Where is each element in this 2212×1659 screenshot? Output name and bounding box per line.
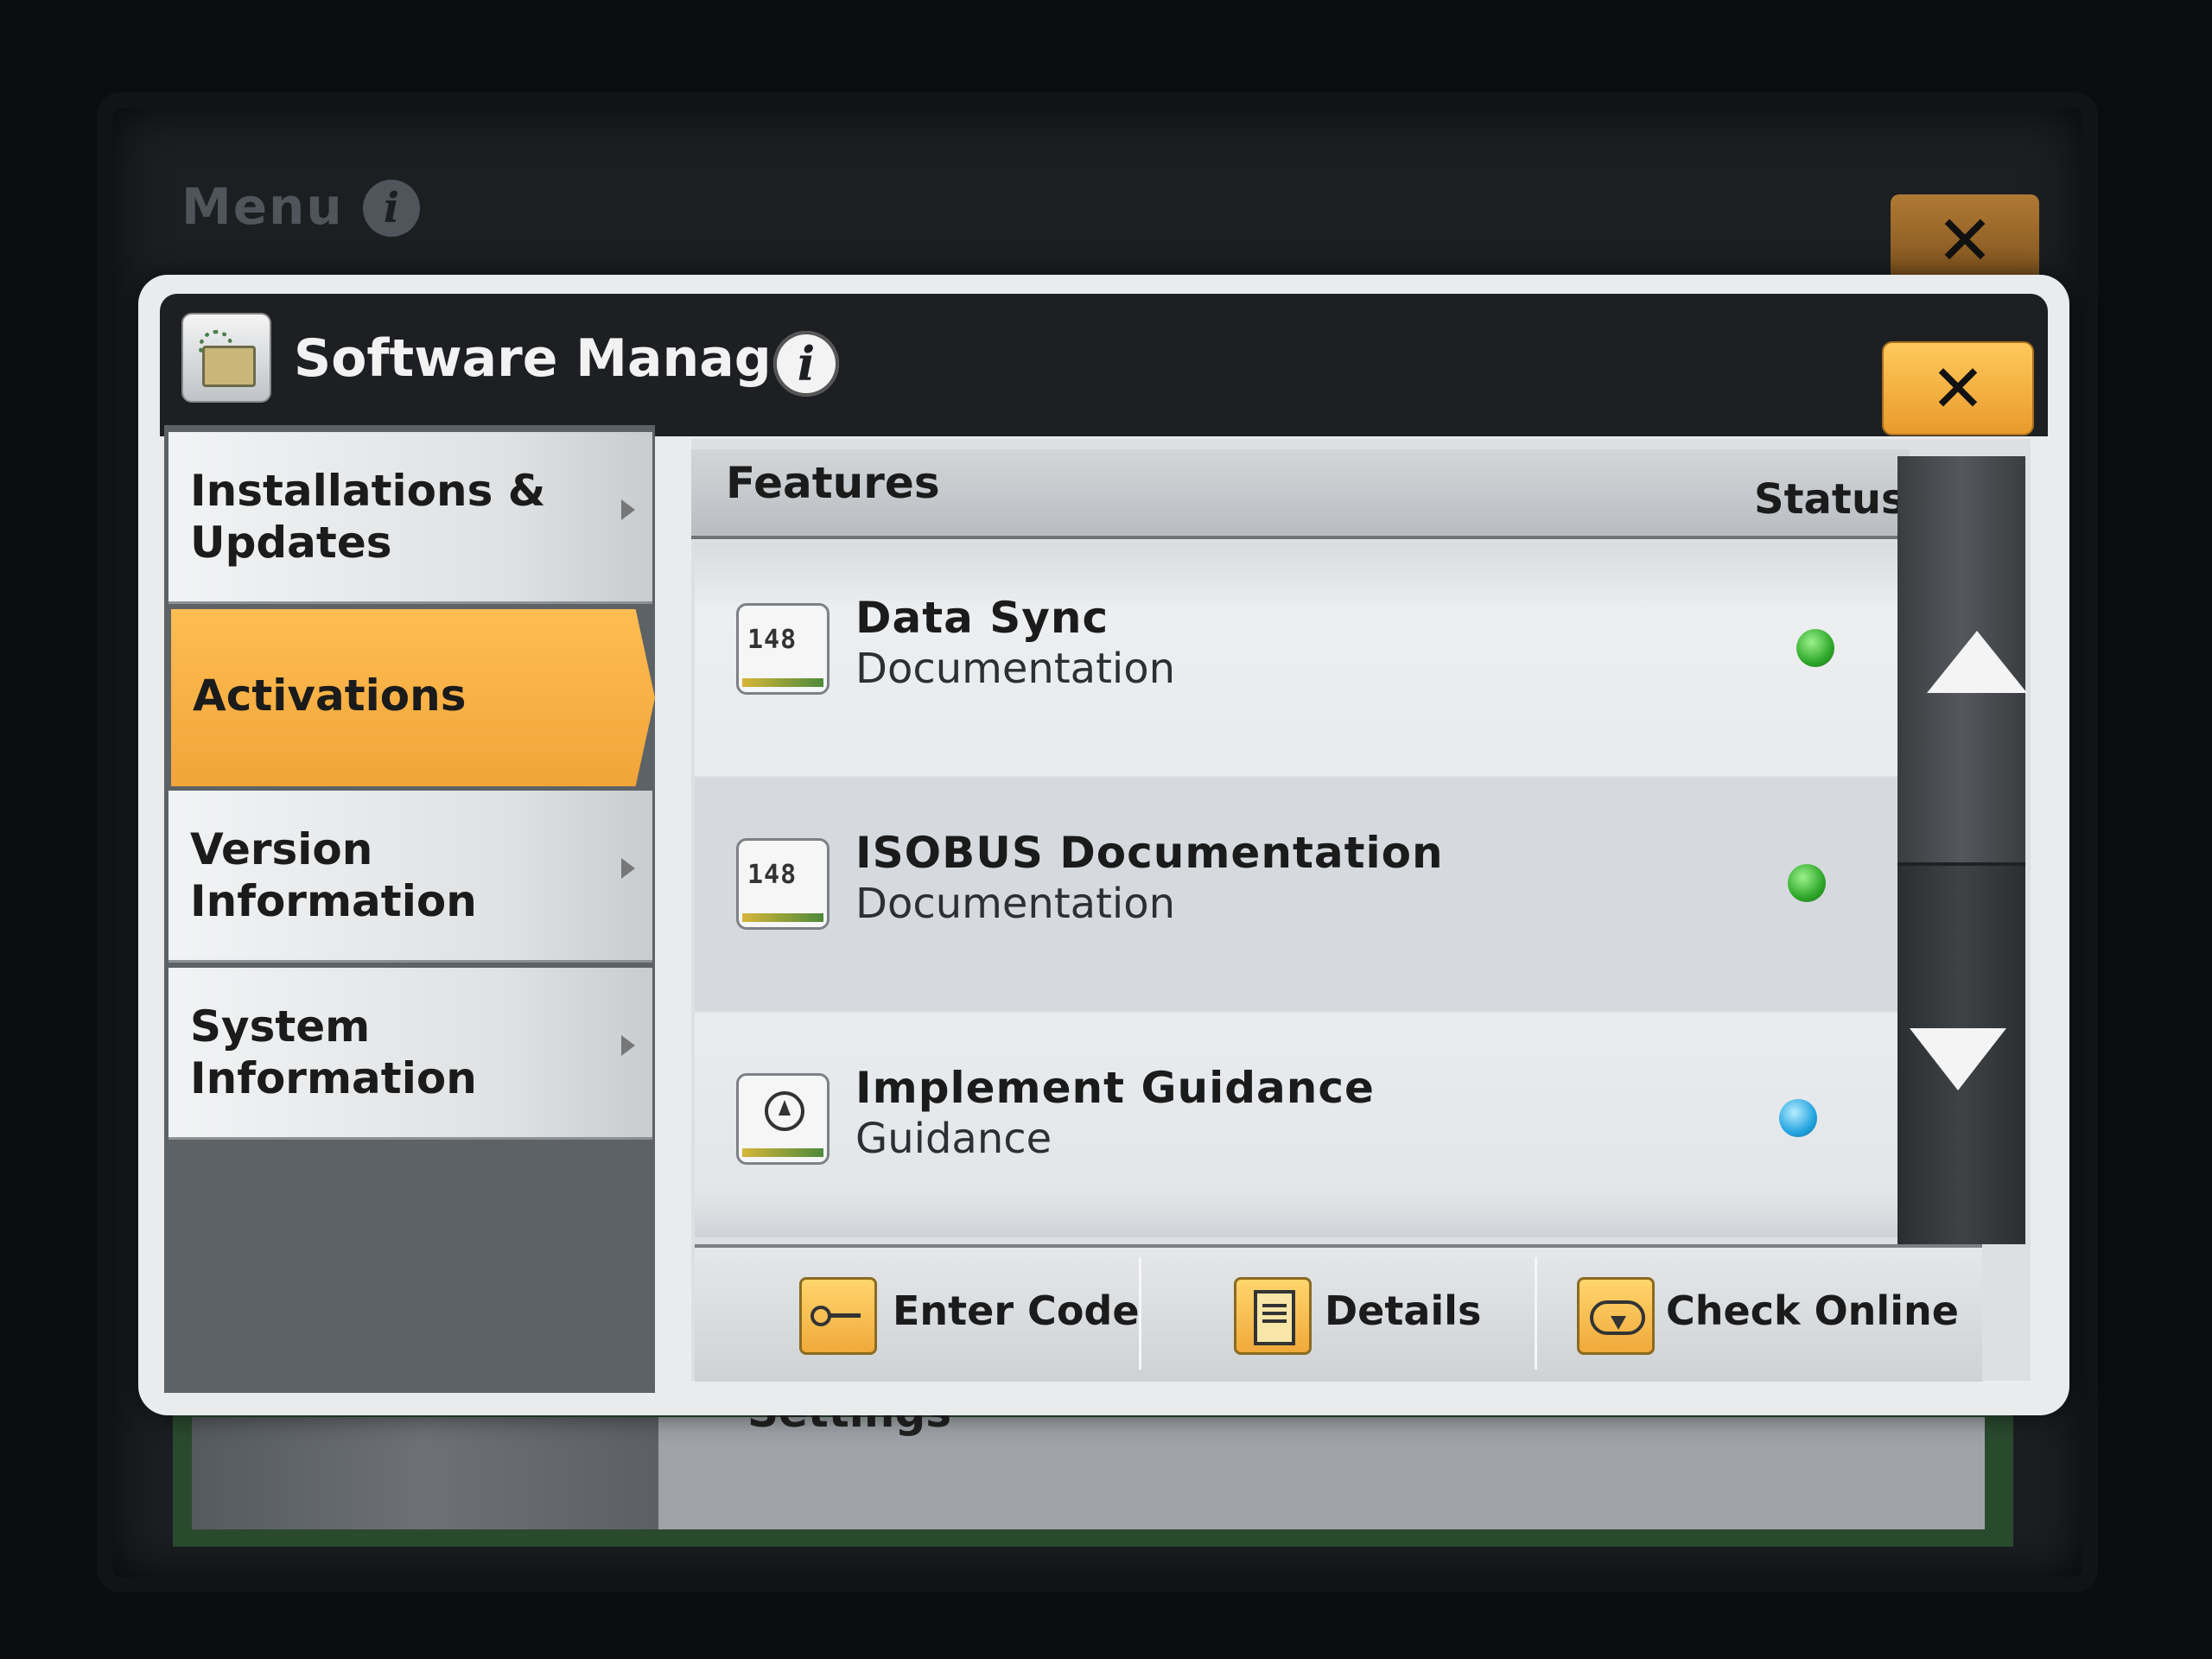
chevron-right-icon bbox=[621, 858, 635, 879]
feature-row[interactable]: Implement Guidance Guidance bbox=[695, 1013, 1904, 1237]
feature-type: Documentation bbox=[855, 880, 1176, 928]
status-active-icon bbox=[1796, 629, 1834, 667]
sidebar-item-label: Activations bbox=[193, 671, 467, 721]
features-column-header: Features bbox=[726, 458, 940, 508]
sidebar-item-label: System Information bbox=[190, 1001, 477, 1103]
feature-name: Implement Guidance bbox=[855, 1063, 1375, 1113]
chevron-right-icon bbox=[621, 1035, 635, 1056]
details-button[interactable]: Details bbox=[1325, 1287, 1481, 1334]
software-package-icon bbox=[181, 313, 271, 403]
sidebar-item-system-information[interactable]: System Information bbox=[168, 968, 652, 1140]
feature-name: ISOBUS Documentation bbox=[855, 828, 1444, 878]
close-button[interactable]: ✕ bbox=[1882, 341, 2034, 435]
status-active-icon bbox=[1788, 864, 1826, 902]
sidebar-item-label: Version Information bbox=[190, 824, 477, 926]
sidebar-item-activations[interactable]: Activations bbox=[171, 609, 655, 786]
status-trial-icon bbox=[1779, 1099, 1817, 1137]
info-icon[interactable]: i bbox=[773, 331, 839, 397]
sidebar-item-label: Installations & Updates bbox=[190, 466, 546, 568]
feature-name: Data Sync bbox=[855, 593, 1109, 643]
feature-row[interactable]: 148 ISOBUS Documentation Documentation bbox=[695, 778, 1904, 1011]
chevron-right-icon bbox=[621, 499, 635, 520]
enter-code-button[interactable]: Enter Code bbox=[893, 1287, 1140, 1334]
toolbar-divider bbox=[1535, 1257, 1537, 1370]
guidance-icon bbox=[736, 1073, 830, 1165]
sidebar-item-installations-updates[interactable]: Installations & Updates bbox=[168, 432, 652, 604]
documentation-icon: 148 bbox=[736, 603, 830, 695]
check-online-button[interactable]: Check Online bbox=[1666, 1287, 1959, 1334]
feature-type: Documentation bbox=[855, 645, 1176, 693]
documentation-icon: 148 bbox=[736, 838, 830, 930]
key-icon[interactable] bbox=[799, 1277, 877, 1355]
background-info-icon: i bbox=[363, 180, 420, 237]
background-close-button[interactable]: ✕ bbox=[1891, 194, 2039, 288]
background-menu-title: Menu bbox=[181, 177, 344, 236]
background-footer-left bbox=[192, 1417, 658, 1529]
status-column-header: Status bbox=[1754, 475, 1906, 524]
modal-title: Software Manager bbox=[294, 328, 832, 389]
document-icon[interactable] bbox=[1234, 1277, 1312, 1355]
feature-row[interactable]: 148 Data Sync Documentation bbox=[695, 543, 1904, 776]
cloud-download-icon[interactable] bbox=[1577, 1277, 1655, 1355]
scroll-down-arrow-icon[interactable] bbox=[1910, 1028, 2006, 1090]
feature-type: Guidance bbox=[855, 1115, 1052, 1163]
sidebar-item-version-information[interactable]: Version Information bbox=[168, 791, 652, 963]
scroll-up-arrow-icon[interactable] bbox=[1927, 631, 2027, 693]
